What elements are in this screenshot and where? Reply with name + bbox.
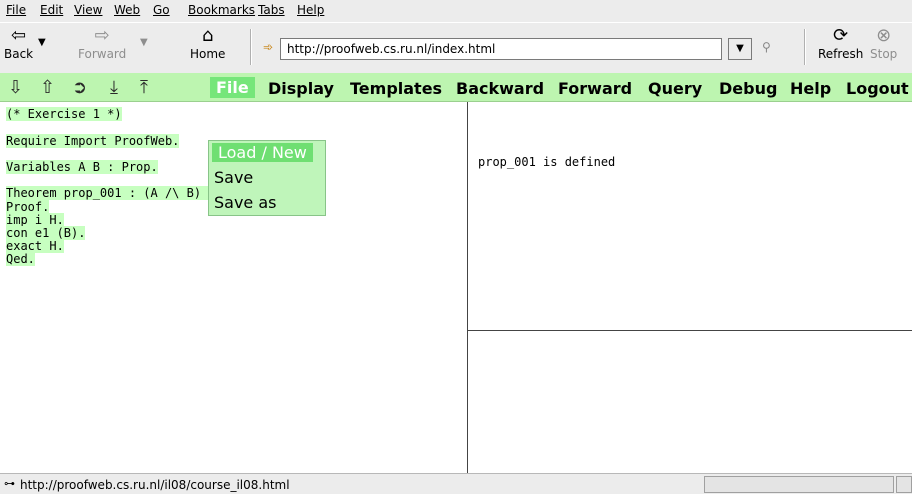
security-icon: [896, 476, 912, 493]
menu-templates[interactable]: Templates: [350, 79, 442, 98]
status-text: http://proofweb.cs.ru.nl/il08/course_il0…: [20, 478, 290, 492]
back-button[interactable]: ⇦ Back: [4, 25, 33, 61]
home-button[interactable]: ⌂ Home: [190, 25, 225, 61]
forward-button[interactable]: ⇨ Forward: [78, 25, 126, 61]
back-label: Back: [4, 47, 34, 61]
code-line: Proof.: [6, 200, 50, 214]
menu-debug[interactable]: Debug: [719, 79, 777, 98]
stop-label: Stop: [870, 47, 898, 61]
step-down-icon[interactable]: ⇩: [8, 77, 23, 98]
go-icon[interactable]: ⚲: [762, 40, 771, 54]
toolbar-separator: [250, 29, 252, 65]
file-dropdown-menu: Load / New Save Save as: [208, 140, 326, 216]
refresh-label: Refresh: [818, 47, 864, 61]
menu-backward[interactable]: Backward: [456, 79, 544, 98]
proofweb-menubar: ⇩ ⇧ ➲ ⤓ ⤒ File Display Templates Backwar…: [0, 73, 912, 102]
forward-history-dropdown[interactable]: ▼: [140, 37, 148, 48]
code-line: Qed.: [6, 252, 35, 266]
code-line: exact H.: [6, 239, 64, 253]
back-history-dropdown[interactable]: ▼: [38, 37, 46, 48]
forward-arrow-icon: ⇨: [94, 25, 110, 46]
url-dropdown-button[interactable]: ▼: [728, 38, 752, 60]
pane-divider: [468, 330, 912, 331]
menu-file-app[interactable]: File: [210, 77, 255, 98]
code-line: imp_i H.: [6, 213, 64, 227]
stop-icon: ⊗: [876, 25, 892, 46]
save-item[interactable]: Save: [214, 168, 253, 187]
goto-cursor-icon[interactable]: ➲: [72, 77, 87, 98]
home-icon: ⌂: [202, 25, 214, 46]
menu-display[interactable]: Display: [268, 79, 334, 98]
code-line: (* Exercise 1 *): [6, 107, 122, 121]
status-bar: ⊶ http://proofweb.cs.ru.nl/il08/course_i…: [0, 473, 912, 494]
page-icon: ➾: [263, 40, 274, 54]
menu-forward[interactable]: Forward: [558, 79, 632, 98]
content-area: (* Exercise 1 *) Require Import ProofWeb…: [0, 102, 912, 473]
back-arrow-icon: ⇦: [11, 25, 27, 46]
toolbar-separator: [804, 29, 806, 65]
code-line: con_e1 (B).: [6, 226, 86, 240]
refresh-button[interactable]: ⟳ Refresh: [818, 25, 863, 61]
menu-go[interactable]: Go: [153, 3, 170, 17]
progress-box: [704, 476, 894, 493]
code-line: Require Import ProofWeb.: [6, 134, 180, 148]
step-up-icon[interactable]: ⇧: [40, 77, 55, 98]
menu-file[interactable]: File: [6, 3, 26, 17]
menu-help-app[interactable]: Help: [790, 79, 831, 98]
browser-menubar: File Edit View Web Go Bookmarks Tabs Hel…: [0, 0, 912, 22]
menu-edit[interactable]: Edit: [40, 3, 63, 17]
forward-label: Forward: [78, 47, 127, 61]
menu-bookmarks[interactable]: Bookmarks: [188, 3, 255, 17]
goto-start-icon[interactable]: ⤒: [140, 77, 148, 98]
menu-help[interactable]: Help: [297, 3, 324, 17]
url-text: http://proofweb.cs.ru.nl/index.html: [287, 42, 496, 56]
code-line: Variables A B : Prop.: [6, 160, 158, 174]
connection-icon: ⊶: [4, 477, 15, 490]
menu-web[interactable]: Web: [114, 3, 140, 17]
menu-tabs[interactable]: Tabs: [258, 3, 285, 17]
save-as-item[interactable]: Save as: [214, 193, 277, 212]
menu-view[interactable]: View: [74, 3, 102, 17]
stop-button[interactable]: ⊗ Stop: [870, 25, 897, 61]
menu-logout[interactable]: Logout: [846, 79, 909, 98]
refresh-icon: ⟳: [833, 25, 849, 46]
menu-query[interactable]: Query: [648, 79, 702, 98]
url-field[interactable]: http://proofweb.cs.ru.nl/index.html: [280, 38, 722, 60]
goto-end-icon[interactable]: ⤓: [110, 77, 118, 98]
load-new-item[interactable]: Load / New: [212, 143, 313, 162]
output-message: prop_001 is defined: [478, 155, 616, 169]
home-label: Home: [190, 47, 226, 61]
